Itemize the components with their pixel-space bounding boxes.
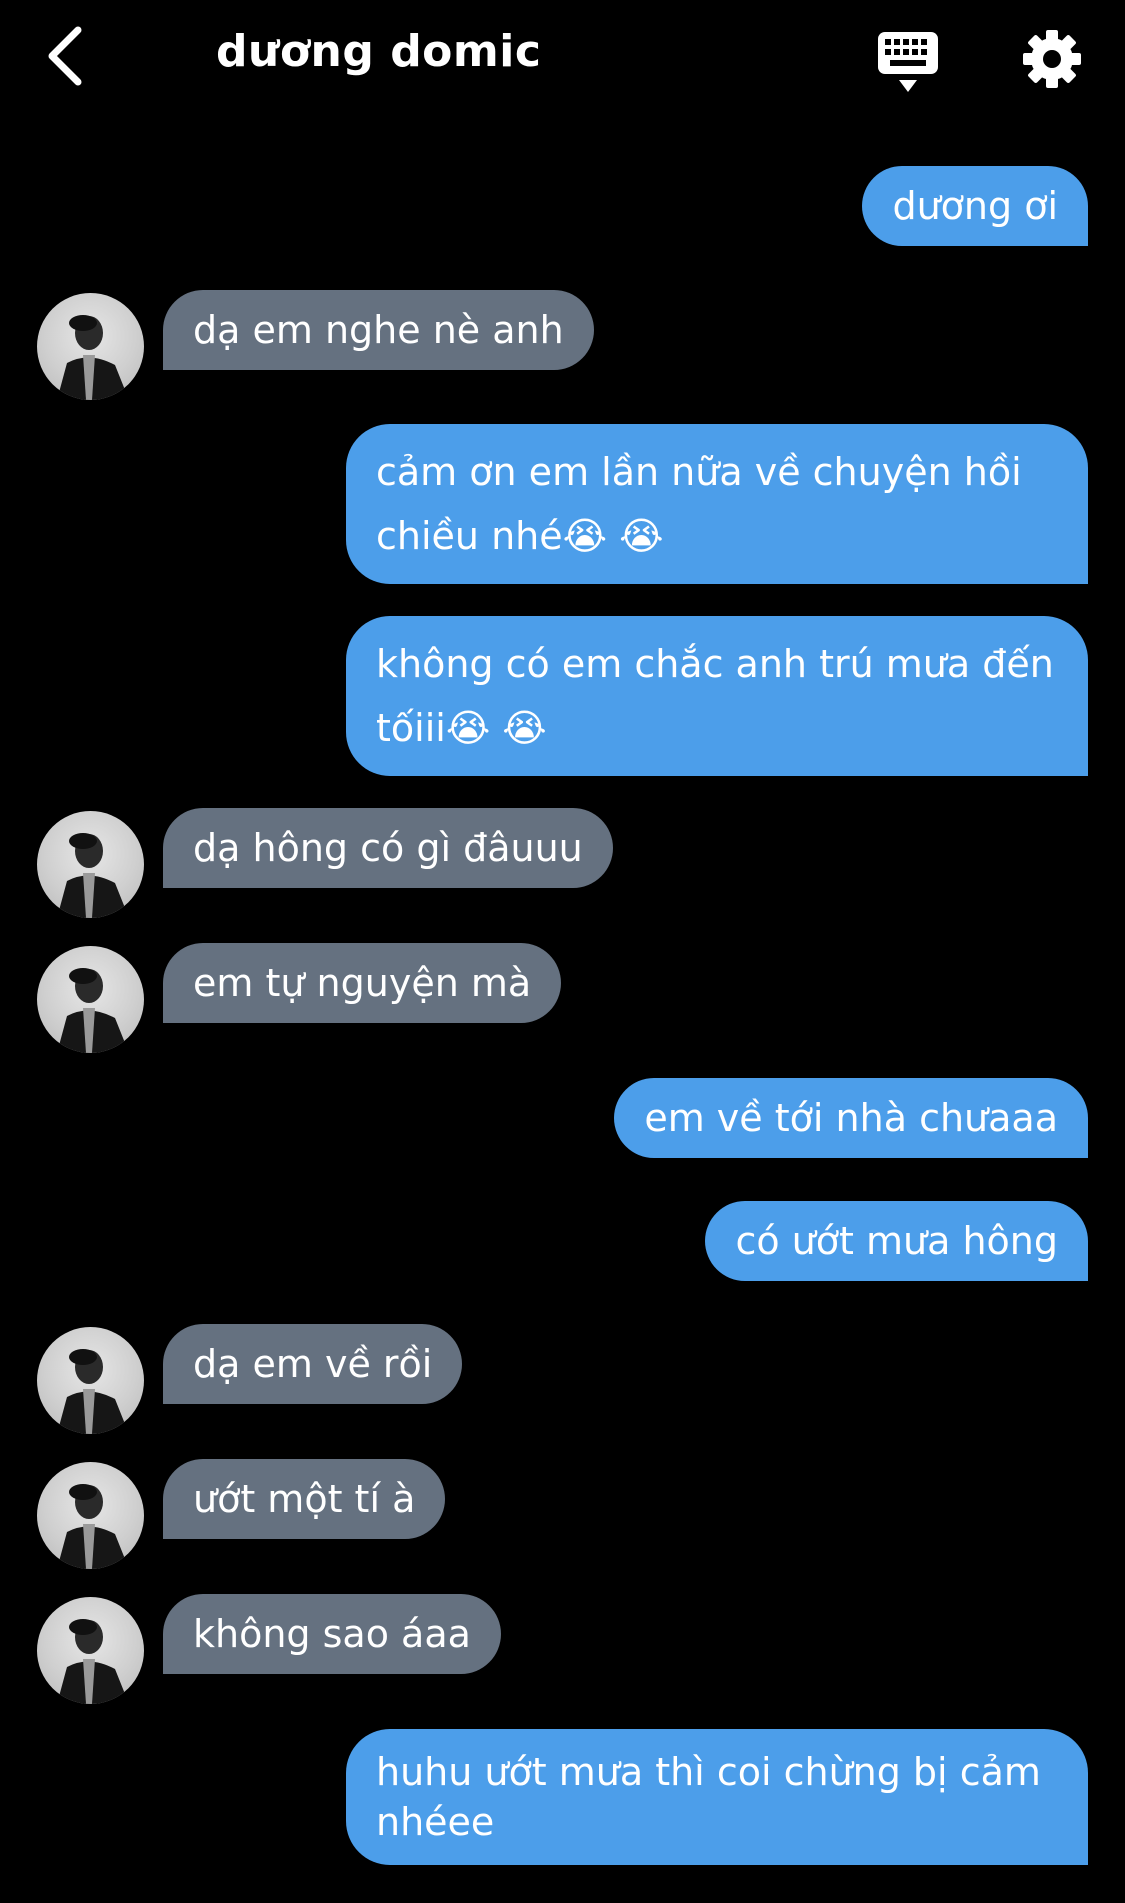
avatar-photo [57,315,129,400]
message-received[interactable]: dạ hông có gì đâuuu [163,808,613,888]
avatar-photo [57,1484,129,1569]
message-sent[interactable]: dương ơi [862,166,1088,246]
keyboard-icon [878,32,938,92]
message-received[interactable]: dạ em nghe nè anh [163,290,594,370]
settings-button[interactable] [1021,28,1083,90]
avatar[interactable] [37,293,144,400]
back-button[interactable] [40,22,100,92]
avatar-photo [57,968,129,1053]
message-sent[interactable]: có ướt mưa hông [705,1201,1088,1281]
message-received[interactable]: không sao áaa [163,1594,501,1674]
chat-header: dương domic [0,0,1125,120]
avatar[interactable] [37,1597,144,1704]
message-sent[interactable]: em về tới nhà chưaaa [614,1078,1088,1158]
avatar[interactable] [37,946,144,1053]
avatar-photo [57,1619,129,1704]
keyboard-button[interactable] [876,28,940,96]
gear-icon [1023,30,1081,88]
message-received[interactable]: dạ em về rồi [163,1324,463,1404]
message-sent[interactable]: không có em chắc anh trú mưa đến tốiii😭 … [346,616,1088,776]
avatar-photo [57,1349,129,1434]
message-received[interactable]: em tự nguyện mà [163,943,562,1023]
chevron-left-icon [48,26,82,86]
message-received[interactable]: ướt một tí à [163,1459,446,1539]
avatar[interactable] [37,811,144,918]
chat-title[interactable]: dương domic [216,26,541,77]
message-sent[interactable]: huhu ướt mưa thì coi chừng bị cảm nhéee [346,1729,1088,1865]
avatar[interactable] [37,1327,144,1434]
avatar[interactable] [37,1462,144,1569]
message-sent[interactable]: cảm ơn em lần nữa về chuyện hồi chiều nh… [346,424,1088,584]
avatar-photo [57,833,129,918]
